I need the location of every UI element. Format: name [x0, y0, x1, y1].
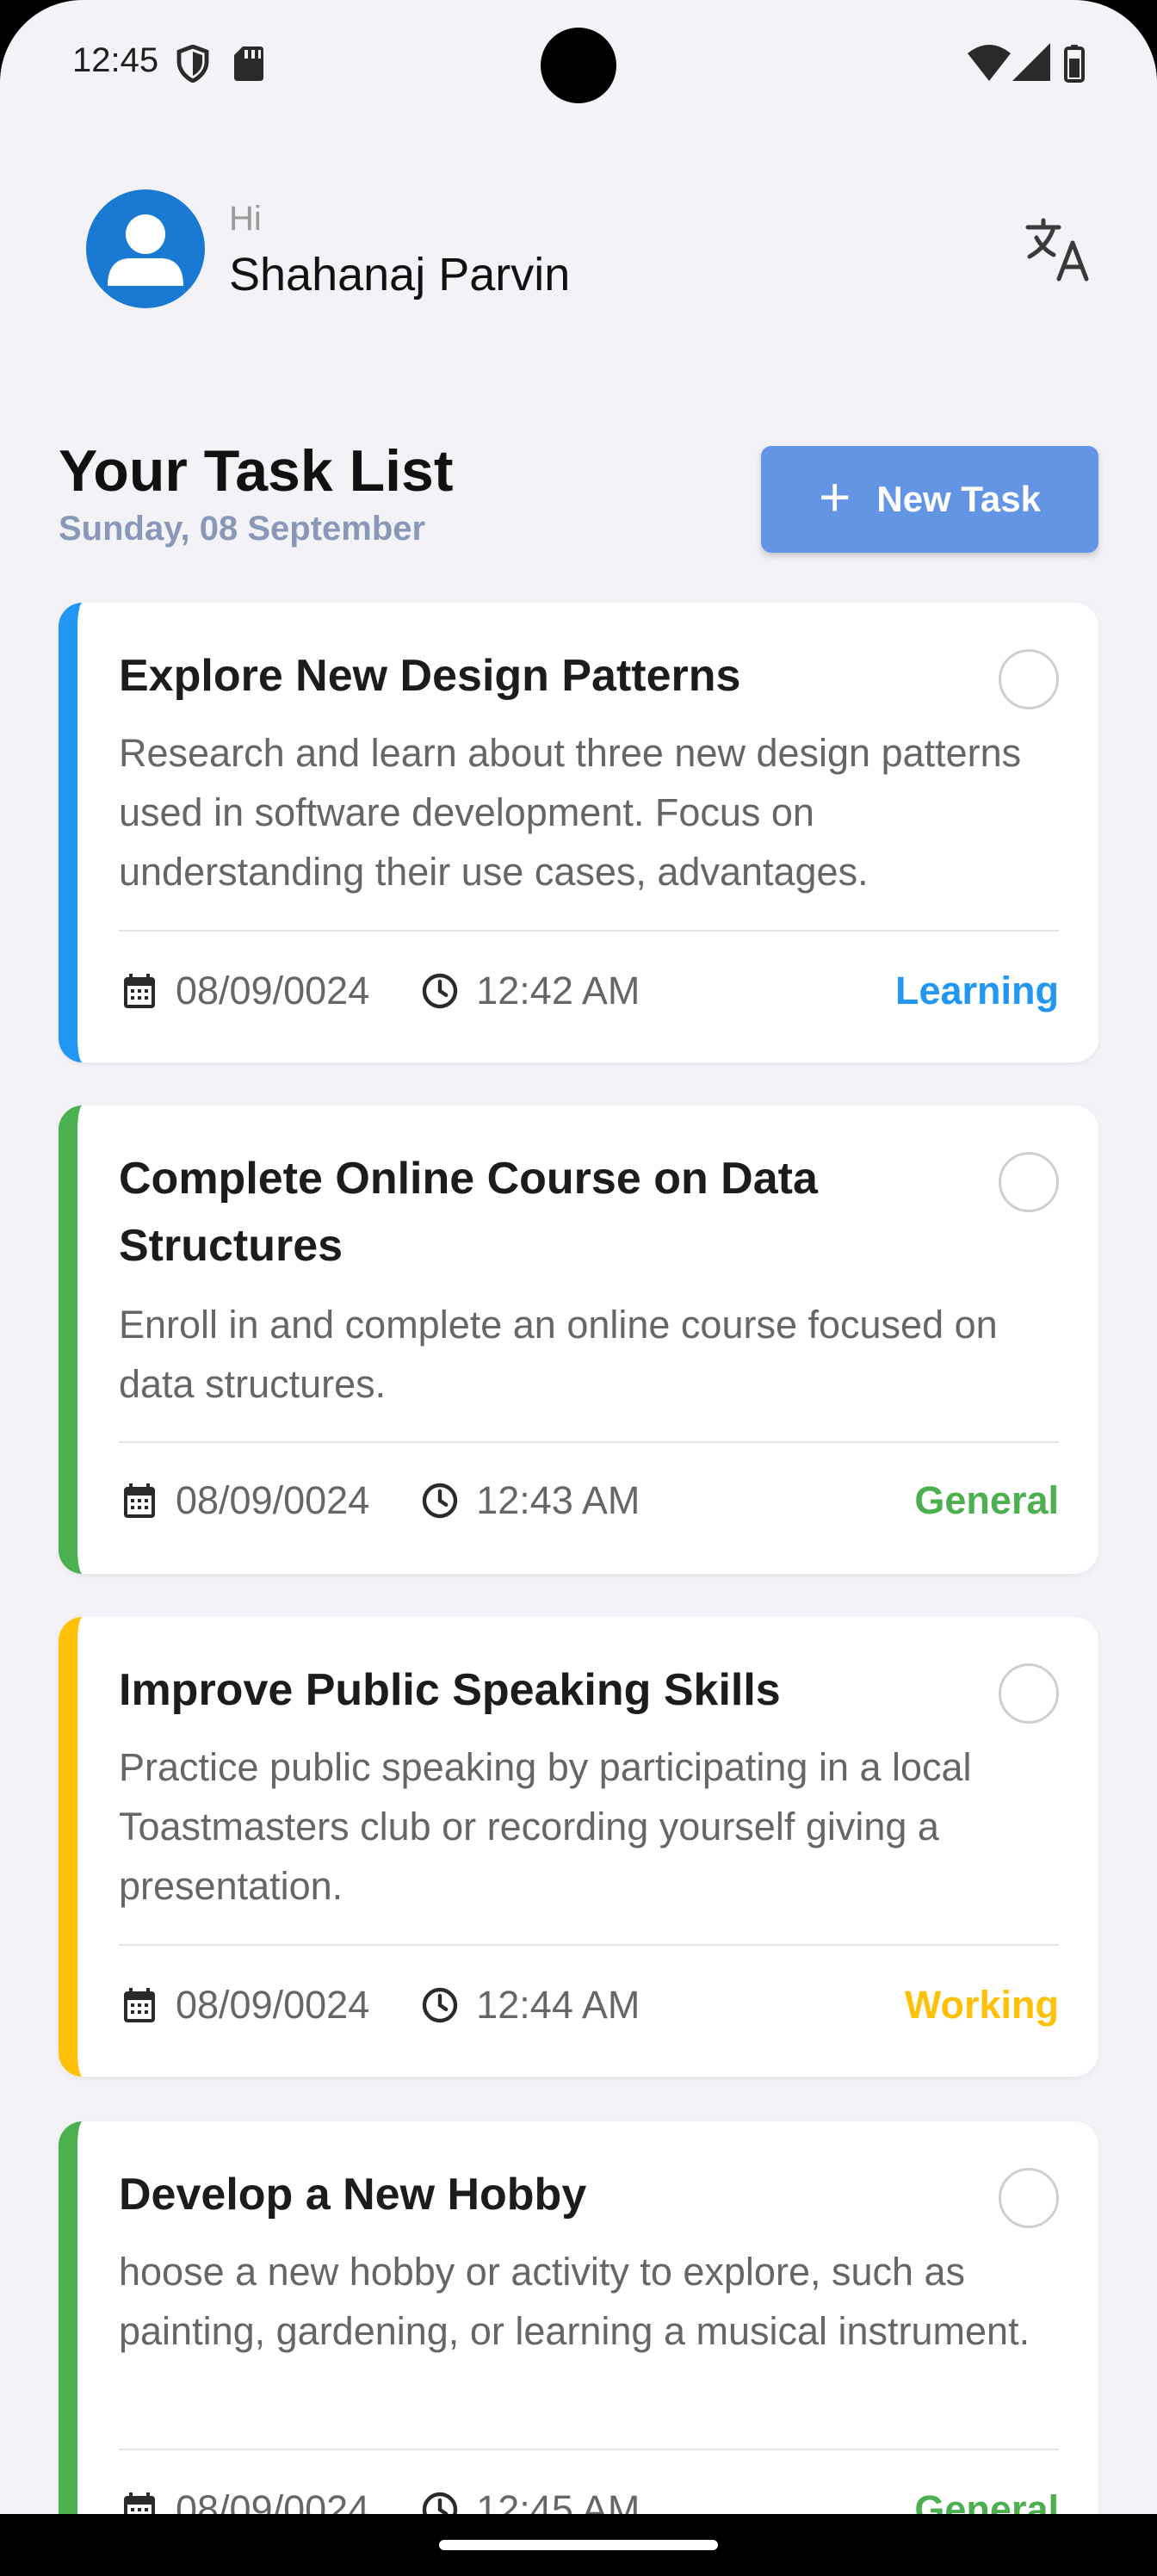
task-category: Learning — [894, 969, 1059, 1012]
task-category: General — [914, 2487, 1059, 2514]
task-date-text: 08/09/0024 — [176, 2487, 370, 2514]
person-icon — [108, 214, 183, 286]
current-date: Sunday, 08 September — [59, 510, 426, 548]
plus-icon: + — [818, 466, 851, 528]
task-time-text: 12:45 AM — [476, 2487, 640, 2514]
task-time: 12:45 AM — [419, 2487, 640, 2514]
task-complete-checkbox[interactable] — [999, 649, 1059, 709]
card-divider — [119, 1944, 1059, 1946]
task-complete-checkbox[interactable] — [999, 1663, 1059, 1724]
task-time-text: 12:43 AM — [476, 1478, 640, 1522]
task-time-text: 12:42 AM — [476, 969, 640, 1012]
translate-icon — [1025, 218, 1089, 282]
task-date-text: 08/09/0024 — [176, 969, 370, 1012]
avatar[interactable] — [86, 189, 205, 308]
home-gesture-handle[interactable] — [439, 2540, 718, 2550]
task-card[interactable]: Develop a New Hobby hoose a new hobby or … — [59, 2121, 1098, 2514]
task-description: Enroll in and complete an online course … — [119, 1303, 998, 1406]
task-date: 08/09/0024 — [119, 969, 369, 1013]
clock-icon — [419, 1480, 461, 1521]
task-card[interactable]: Complete Online Course on Data Structure… — [59, 1105, 1098, 1574]
page-title: Your Task List — [59, 438, 454, 504]
task-date-text: 08/09/0024 — [176, 1478, 370, 1522]
task-date: 08/09/0024 — [119, 1478, 369, 1523]
card-divider — [119, 930, 1059, 932]
calendar-icon — [119, 2489, 160, 2514]
clock-icon — [419, 2489, 461, 2514]
task-date: 08/09/0024 — [119, 2487, 369, 2514]
task-complete-checkbox[interactable] — [999, 2168, 1059, 2228]
new-task-label: New Task — [876, 479, 1041, 519]
clock-icon — [419, 1985, 461, 2026]
camera-cutout — [541, 28, 616, 103]
task-description: Research and learn about three new desig… — [119, 731, 1022, 894]
task-time: 12:42 AM — [419, 969, 640, 1013]
shield-icon — [176, 45, 209, 83]
task-complete-checkbox[interactable] — [999, 1152, 1059, 1212]
task-title: Explore New Design Patterns — [119, 651, 741, 701]
wifi-icon — [968, 45, 1011, 81]
greeting-label: Hi — [229, 200, 262, 238]
task-meta: 08/09/0024 12:44 AM Working — [119, 1975, 1059, 2035]
task-card[interactable]: Improve Public Speaking Skills Practice p… — [59, 1617, 1098, 2077]
app-screen: 12:45 Hi Shahanaj Parvin Your Task List … — [0, 0, 1157, 2514]
sd-card-icon — [234, 46, 263, 81]
task-meta: 08/09/0024 12:43 AM General — [119, 1471, 1059, 1531]
task-date-text: 08/09/0024 — [176, 1983, 370, 2027]
calendar-icon — [119, 1985, 160, 2026]
task-category: Working — [904, 1983, 1059, 2027]
battery-icon — [1064, 45, 1085, 83]
translate-button[interactable] — [1024, 215, 1093, 284]
signal-icon — [1012, 43, 1050, 81]
task-time-text: 12:44 AM — [476, 1983, 640, 2027]
task-description: hoose a new hobby or activity to explore… — [119, 2250, 1030, 2353]
task-time: 12:43 AM — [419, 1478, 640, 1523]
task-title: Improve Public Speaking Skills — [119, 1665, 781, 1715]
user-name: Shahanaj Parvin — [229, 249, 571, 300]
task-date: 08/09/0024 — [119, 1983, 369, 2028]
calendar-icon — [119, 970, 160, 1012]
task-meta: 08/09/0024 12:42 AM Learning — [119, 961, 1059, 1021]
task-category: General — [914, 1478, 1059, 1522]
task-title: Complete Online Course on Data Structure… — [119, 1154, 818, 1271]
task-description: Practice public speaking by participatin… — [119, 1745, 972, 1908]
clock-icon — [419, 970, 461, 1012]
task-time: 12:44 AM — [419, 1983, 640, 2028]
task-card[interactable]: Explore New Design Patterns Research and … — [59, 603, 1098, 1062]
new-task-button[interactable]: + New Task — [761, 446, 1098, 553]
task-meta: 08/09/0024 12:45 AM General — [119, 2480, 1059, 2514]
calendar-icon — [119, 1480, 160, 1521]
card-divider — [119, 1441, 1059, 1443]
task-title: Develop a New Hobby — [119, 2170, 587, 2220]
card-divider — [119, 2449, 1059, 2450]
status-time: 12:45 — [72, 41, 159, 79]
